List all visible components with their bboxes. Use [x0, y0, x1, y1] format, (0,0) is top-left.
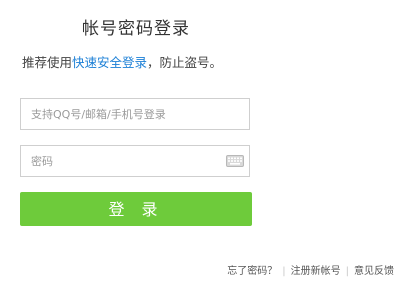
keyboard-icon[interactable]: [226, 155, 244, 167]
quick-login-link[interactable]: 快速安全登录: [72, 55, 147, 70]
account-field[interactable]: [20, 98, 250, 130]
login-button[interactable]: 登 录: [20, 192, 252, 226]
page-title: 帐号密码登录: [82, 19, 190, 39]
account-input[interactable]: [21, 99, 211, 129]
footer-separator: |: [345, 266, 349, 277]
login-hint: 推荐使用快速安全登录，防止盗号。: [22, 52, 222, 71]
footer-separator: |: [282, 266, 286, 277]
password-input[interactable]: [21, 146, 211, 176]
register-link[interactable]: 注册新帐号: [291, 266, 341, 277]
login-panel: 帐号密码登录 推荐使用快速安全登录，防止盗号。 登 录 忘了密码？ | 注册新帐号 |…: [0, 0, 400, 281]
password-field[interactable]: [20, 145, 250, 177]
footer-links: 忘了密码？ | 注册新帐号 | 意见反馈: [227, 262, 394, 277]
login-hint-suffix: ，防止盗号。: [147, 55, 223, 70]
feedback-link[interactable]: 意见反馈: [354, 266, 394, 277]
login-hint-prefix: 推荐使用: [22, 55, 73, 70]
forgot-password-link[interactable]: 忘了密码？: [227, 266, 277, 277]
